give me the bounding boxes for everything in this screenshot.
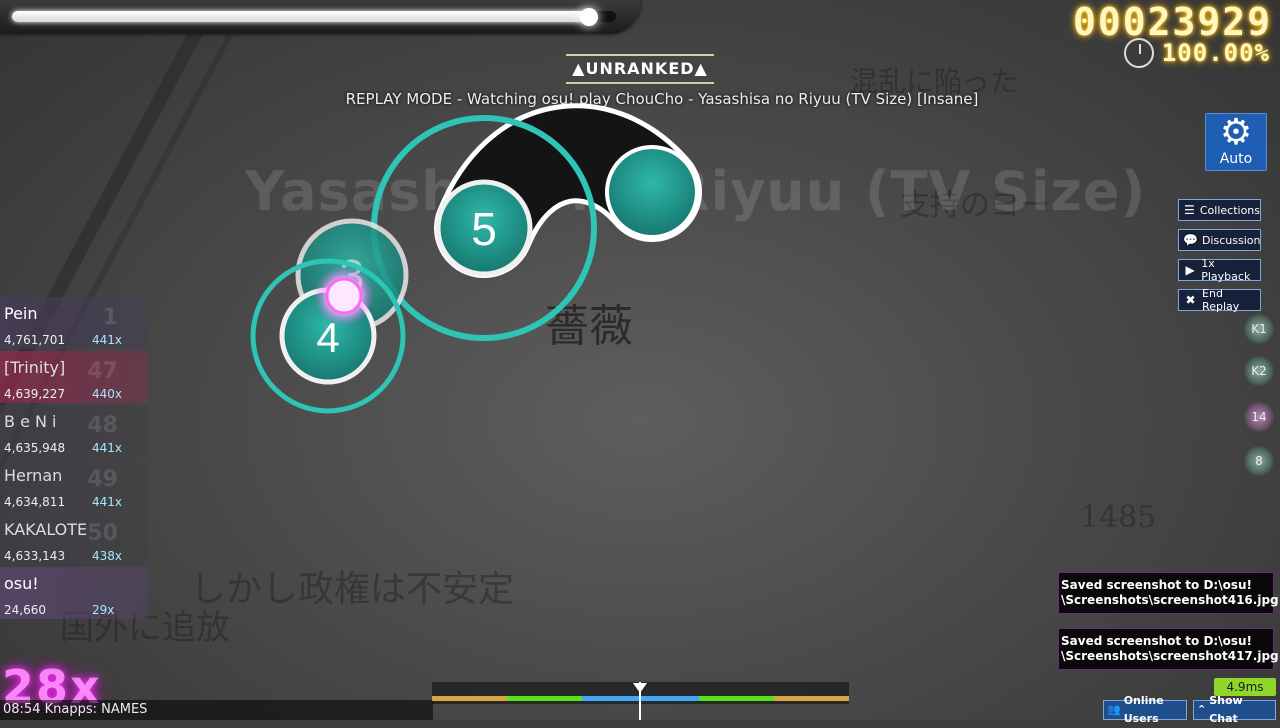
hit-error-arrow-icon [633, 683, 647, 693]
show-chat-button[interactable]: ⌃ Show Chat [1193, 694, 1276, 725]
hit-circle: 5 [435, 179, 533, 277]
screenshot-notification[interactable]: Saved screenshot to D:\osu! \Screenshots… [1058, 572, 1279, 614]
users-icon: 👥 [1107, 703, 1121, 716]
chat-ticker: 08:54 Knapps: NAMES [0, 700, 433, 720]
screenshot-notification[interactable]: Saved screenshot to D:\osu! \Screenshots… [1058, 628, 1279, 670]
show-chat-label: Show Chat [1209, 694, 1243, 725]
hit-error-meter [432, 682, 849, 720]
hit-window-100 [699, 696, 774, 701]
hit-window-50 [774, 696, 849, 701]
circle-number: 5 [471, 203, 497, 255]
chevron-up-icon: ⌃ [1197, 703, 1207, 716]
cursor [314, 266, 374, 326]
online-users-label: Online Users [1123, 694, 1164, 725]
online-users-button[interactable]: 👥 Online Users [1103, 694, 1187, 725]
hit-window-50 [432, 696, 507, 701]
slider-end [605, 145, 699, 239]
hit-window-100 [507, 696, 582, 701]
